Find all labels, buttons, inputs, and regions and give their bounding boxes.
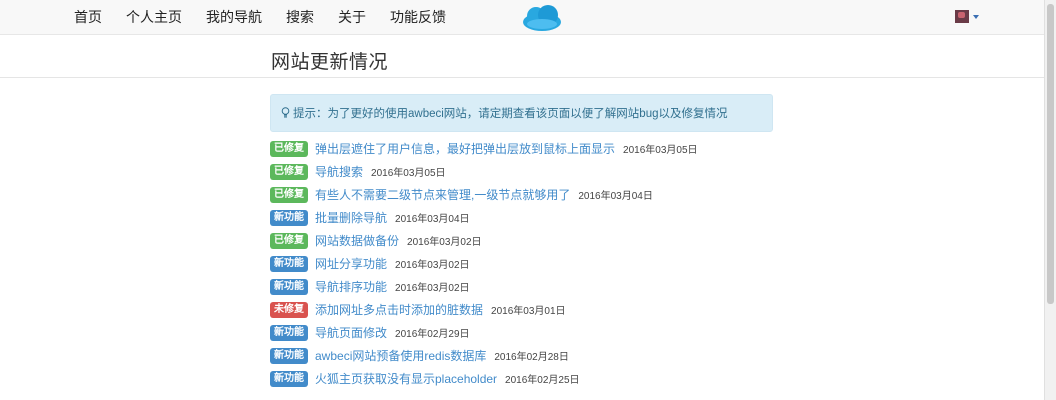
top-navbar: 首页 个人主页 我的导航 搜索 关于 功能反馈 (0, 0, 1044, 35)
update-link[interactable]: 批量删除导航 (315, 209, 387, 226)
status-badge: 已修复 (270, 163, 308, 180)
update-link[interactable]: 导航页面修改 (315, 324, 387, 341)
update-date: 2016年03月05日 (371, 168, 446, 179)
update-item: 已修复 弹出层遮住了用户信息，最好把弹出层放到鼠标上面显示 2016年03月05… (270, 140, 698, 157)
nav-about[interactable]: 关于 (326, 0, 378, 34)
page-title: 网站更新情况 (271, 51, 389, 73)
info-alert: 提示：为了更好的使用awbeci网站，请定期查看该页面以便了解网站bug以及修复… (270, 94, 773, 132)
status-badge: 新功能 (270, 209, 308, 226)
update-date: 2016年02月25日 (505, 375, 580, 386)
update-date: 2016年03月02日 (395, 260, 470, 271)
scrollbar-thumb[interactable] (1047, 4, 1054, 304)
update-date: 2016年02月29日 (395, 329, 470, 340)
update-item: 新功能 火狐主页获取没有显示placeholder 2016年02月25日 (270, 370, 580, 387)
update-link[interactable]: 添加网址多点击时添加的脏数据 (315, 301, 483, 318)
nav-search[interactable]: 搜索 (274, 0, 326, 34)
update-link[interactable]: 火狐主页获取没有显示placeholder (315, 370, 497, 387)
page-scrollbar[interactable] (1044, 0, 1056, 400)
status-badge: 已修复 (270, 140, 308, 157)
status-badge: 新功能 (270, 278, 308, 295)
update-link[interactable]: awbeci网站预备使用redis数据库 (315, 347, 486, 364)
update-link[interactable]: 导航搜索 (315, 163, 363, 180)
update-date: 2016年03月05日 (623, 145, 698, 156)
user-menu[interactable] (955, 10, 979, 23)
alert-text: 提示：为了更好的使用awbeci网站，请定期查看该页面以便了解网站bug以及修复… (293, 108, 728, 120)
avatar[interactable] (955, 10, 969, 23)
status-badge: 新功能 (270, 370, 308, 387)
update-date: 2016年03月04日 (578, 191, 653, 202)
update-item: 已修复 网站数据做备份 2016年03月02日 (270, 232, 482, 249)
update-link[interactable]: 网站数据做备份 (315, 232, 399, 249)
update-date: 2016年03月02日 (407, 237, 482, 248)
status-badge: 已修复 (270, 186, 308, 203)
update-item: 已修复 导航搜索 2016年03月05日 (270, 163, 446, 180)
update-item: 新功能 导航页面修改 2016年02月29日 (270, 324, 470, 341)
update-link[interactable]: 有些人不需要二级节点来管理,一级节点就够用了 (315, 186, 570, 203)
update-date: 2016年03月04日 (395, 214, 470, 225)
status-badge: 已修复 (270, 232, 308, 249)
status-badge: 新功能 (270, 347, 308, 364)
nav-links: 首页 个人主页 我的导航 搜索 关于 功能反馈 (62, 0, 458, 34)
status-badge: 未修复 (270, 301, 308, 318)
update-link[interactable]: 弹出层遮住了用户信息，最好把弹出层放到鼠标上面显示 (315, 140, 615, 157)
cloud-logo-icon[interactable] (521, 4, 563, 32)
update-link[interactable]: 网址分享功能 (315, 255, 387, 272)
nav-profile[interactable]: 个人主页 (114, 0, 194, 34)
update-item: 新功能 批量删除导航 2016年03月04日 (270, 209, 470, 226)
nav-home[interactable]: 首页 (62, 0, 114, 34)
update-item: 已修复 有些人不需要二级节点来管理,一级节点就够用了 2016年03月04日 (270, 186, 653, 203)
update-item: 新功能 导航排序功能 2016年03月02日 (270, 278, 470, 295)
update-item: 新功能 awbeci网站预备使用redis数据库 2016年02月28日 (270, 347, 569, 364)
nav-feedback[interactable]: 功能反馈 (378, 0, 458, 34)
update-date: 2016年02月28日 (494, 352, 569, 363)
lightbulb-icon (281, 107, 290, 118)
update-item: 新功能 网址分享功能 2016年03月02日 (270, 255, 470, 272)
page-header: 网站更新情况 (0, 34, 1044, 78)
status-badge: 新功能 (270, 324, 308, 341)
status-badge: 新功能 (270, 255, 308, 272)
nav-my-navigation[interactable]: 我的导航 (194, 0, 274, 34)
update-date: 2016年03月02日 (395, 283, 470, 294)
update-item: 未修复 添加网址多点击时添加的脏数据 2016年03月01日 (270, 301, 566, 318)
update-link[interactable]: 导航排序功能 (315, 278, 387, 295)
update-date: 2016年03月01日 (491, 306, 566, 317)
caret-down-icon[interactable] (973, 14, 979, 19)
